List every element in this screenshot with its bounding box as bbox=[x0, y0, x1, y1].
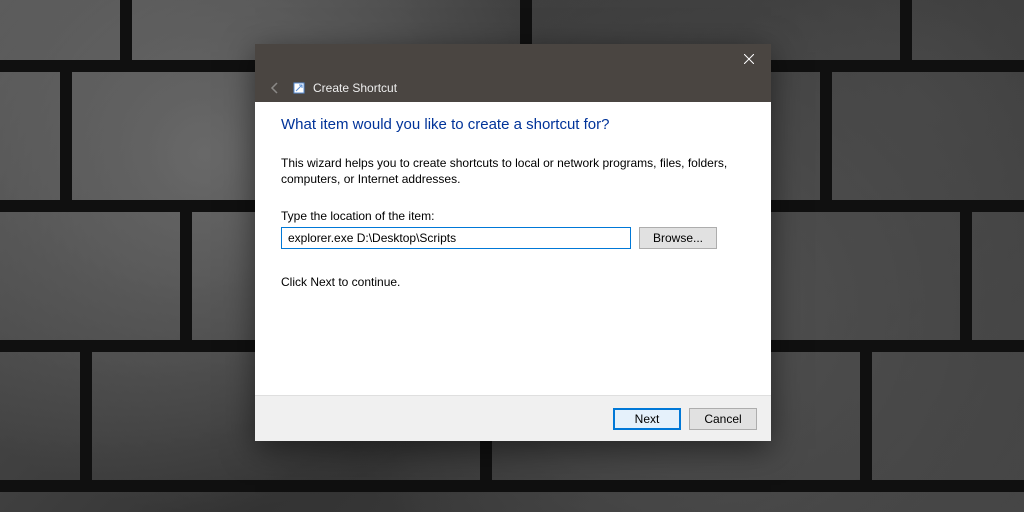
create-shortcut-dialog: Create Shortcut What item would you like… bbox=[255, 44, 771, 441]
wizard-header: Create Shortcut bbox=[255, 74, 771, 102]
browse-button[interactable]: Browse... bbox=[639, 227, 717, 249]
shortcut-icon bbox=[291, 80, 307, 96]
close-button[interactable] bbox=[726, 44, 771, 74]
next-button[interactable]: Next bbox=[613, 408, 681, 430]
titlebar[interactable] bbox=[255, 44, 771, 74]
arrow-left-icon bbox=[268, 81, 282, 95]
location-label: Type the location of the item: bbox=[281, 209, 745, 223]
location-input-row: Browse... bbox=[281, 227, 745, 249]
location-input[interactable] bbox=[281, 227, 631, 249]
cancel-button[interactable]: Cancel bbox=[689, 408, 757, 430]
continue-instruction: Click Next to continue. bbox=[281, 275, 745, 289]
dialog-footer: Next Cancel bbox=[255, 395, 771, 441]
page-heading: What item would you like to create a sho… bbox=[281, 116, 745, 133]
wizard-content: What item would you like to create a sho… bbox=[255, 102, 771, 395]
page-description: This wizard helps you to create shortcut… bbox=[281, 155, 731, 187]
close-icon bbox=[744, 54, 754, 64]
back-button bbox=[265, 78, 285, 98]
wizard-title: Create Shortcut bbox=[313, 81, 397, 95]
